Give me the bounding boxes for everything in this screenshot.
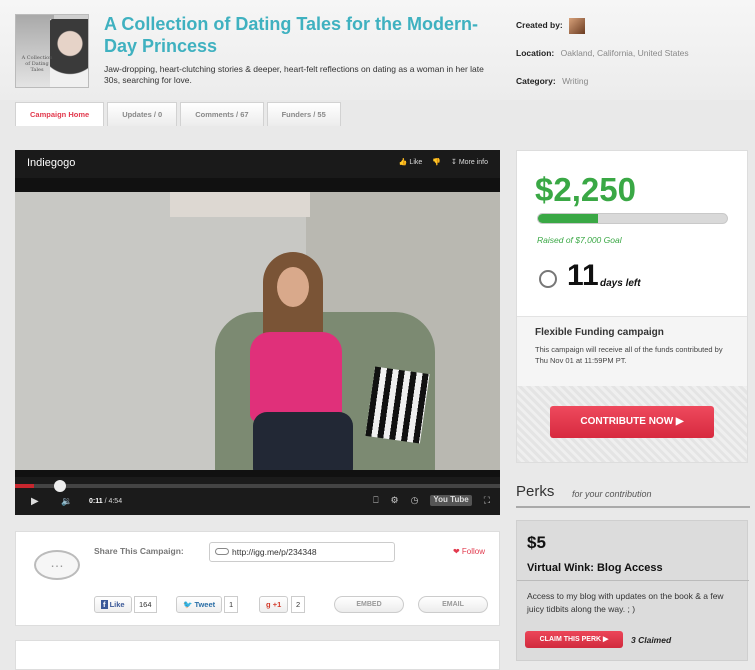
- tweet-label: Tweet: [194, 600, 216, 609]
- like-label: Like: [409, 159, 423, 166]
- facebook-like-button[interactable]: f Like: [94, 596, 132, 613]
- creator-avatar[interactable]: [569, 18, 586, 34]
- tab-funders[interactable]: Funders / 55: [266, 102, 341, 126]
- twitter-icon: 🐦: [183, 600, 193, 609]
- settings-gear-icon[interactable]: ⚙: [390, 495, 398, 506]
- thumbnail-text: A Collection of Dating Tales: [21, 55, 53, 73]
- location-value[interactable]: Oakland, California, United States: [561, 48, 689, 58]
- tab-updates[interactable]: Updates / 0: [107, 102, 178, 126]
- watch-later-icon[interactable]: ◷: [411, 495, 419, 506]
- fullscreen-icon[interactable]: ⛶: [484, 495, 490, 506]
- google-plus-icon: g: [266, 600, 271, 609]
- info-icon: ↧: [450, 159, 457, 166]
- video-top-controls: 👍 Like 👎 ↧ More info: [399, 158, 488, 166]
- more-info-label: More info: [458, 159, 488, 166]
- flexible-funding-desc: This campaign will receive all of the fu…: [535, 345, 723, 365]
- flexible-funding-title: Flexible Funding campaign: [535, 327, 664, 338]
- perk-amount: $5: [527, 533, 546, 552]
- share-panel: … Share This Campaign: http://igg.me/p/2…: [15, 531, 500, 626]
- play-icon[interactable]: ▶: [31, 496, 39, 507]
- perk-card[interactable]: $5 Virtual Wink: Blog Access Access to m…: [516, 520, 749, 661]
- campaign-header: A Collection of Dating Tales A Collectio…: [0, 0, 755, 100]
- location-row: Location: Oakland, California, United St…: [516, 48, 689, 58]
- campaign-title: A Collection of Dating Tales for the Mod…: [104, 14, 479, 56]
- video-progress-fill: [15, 484, 35, 488]
- thumbs-up-icon: 👍: [398, 159, 408, 166]
- days-left-number: 11: [567, 259, 599, 292]
- funding-progress-fill: [538, 214, 599, 223]
- perk-description: Access to my blog with updates on the bo…: [527, 591, 724, 614]
- location-label: Location:: [516, 48, 555, 58]
- facebook-like-count: 164: [134, 596, 157, 613]
- contribute-now-button[interactable]: CONTRIBUTE NOW ▶: [550, 406, 714, 438]
- embed-button[interactable]: EMBED: [334, 596, 404, 613]
- claim-perk-button[interactable]: CLAIM THIS PERK ▶: [525, 631, 623, 648]
- perk-claimed-count: 3 Claimed: [631, 635, 672, 645]
- google-plus-button[interactable]: g +1: [259, 596, 289, 613]
- thumbnail-cover: [16, 15, 54, 87]
- tweet-button[interactable]: 🐦 Tweet: [176, 596, 223, 613]
- follow-label: Follow: [461, 547, 485, 556]
- raised-of-goal: Raised of $7,000 Goal: [537, 235, 622, 245]
- chat-bubble-icon: …: [34, 550, 80, 580]
- youtube-logo[interactable]: You Tube: [430, 495, 472, 506]
- volume-icon[interactable]: 🔉: [61, 496, 72, 507]
- tab-comments[interactable]: Comments / 67: [180, 102, 264, 126]
- funding-progress-bar: [537, 213, 728, 224]
- facebook-icon: f: [101, 600, 108, 609]
- stopwatch-icon: [539, 270, 557, 288]
- captions-icon[interactable]: ⎕: [373, 495, 378, 506]
- tweet-count: 1: [224, 596, 239, 613]
- campaign-tabs: Campaign Home Updates / 0 Comments / 67 …: [15, 102, 344, 126]
- video-scrubber[interactable]: [54, 480, 67, 492]
- video-scene-pillow: [365, 366, 430, 444]
- google-plus-label: +1: [272, 600, 282, 609]
- created-by: Created by:: [516, 18, 586, 34]
- heart-icon: ❤: [452, 547, 460, 556]
- video-progress-bar[interactable]: [15, 480, 500, 492]
- campaign-thumbnail[interactable]: A Collection of Dating Tales: [15, 14, 89, 88]
- share-url-field[interactable]: http://igg.me/p/234348: [209, 542, 395, 562]
- video-time: 0:11 / 4:54: [89, 498, 122, 505]
- video-controls: ▶ 🔉 0:11 / 4:54 ⎕ ⚙ ◷ You Tube ⛶: [15, 477, 500, 515]
- video-current-time: 0:11: [89, 498, 103, 505]
- video-scene-window: [170, 192, 310, 217]
- video-frame[interactable]: [15, 192, 500, 470]
- perks-heading: Perks: [516, 483, 555, 500]
- video-brand: Indiegogo: [27, 157, 76, 169]
- flexible-funding-info: Flexible Funding campaign This campaign …: [517, 316, 747, 386]
- tab-campaign-home[interactable]: Campaign Home: [15, 102, 105, 126]
- share-label: Share This Campaign:: [94, 546, 184, 556]
- video-scene-top: [250, 332, 342, 422]
- email-button[interactable]: EMAIL: [418, 596, 488, 613]
- video-scene-face: [277, 267, 309, 307]
- category-row: Category: Writing: [516, 76, 588, 86]
- perks-divider: [516, 506, 750, 508]
- facebook-like-label: Like: [109, 600, 125, 609]
- days-left-label: days left: [600, 278, 641, 289]
- more-info-button[interactable]: ↧ More info: [451, 158, 488, 166]
- category-value[interactable]: Writing: [562, 76, 588, 86]
- thumbnail-photo: [50, 19, 88, 87]
- google-plus-count: 2: [291, 596, 306, 613]
- video-player[interactable]: Indiegogo 👍 Like 👎 ↧ More info ▶ 🔉 0:11 …: [15, 150, 500, 515]
- video-top-bar: Indiegogo 👍 Like 👎 ↧ More info: [15, 150, 500, 178]
- dislike-icon[interactable]: 👎: [432, 158, 441, 166]
- campaign-subtitle: Jaw-dropping, heart-clutching stories & …: [104, 64, 484, 85]
- link-icon: [215, 548, 229, 555]
- perk-title: Virtual Wink: Blog Access: [527, 562, 663, 574]
- perks-subheading: for your contribution: [572, 489, 652, 499]
- follow-button[interactable]: ❤ Follow: [453, 547, 485, 556]
- like-video-button[interactable]: 👍 Like: [399, 158, 423, 166]
- video-duration: / 4:54: [104, 498, 123, 505]
- funding-panel: $2,250 Raised of $7,000 Goal 11 days lef…: [516, 150, 748, 386]
- amount-raised: $2,250: [535, 171, 636, 208]
- category-label: Category:: [516, 76, 556, 86]
- perk-divider: [517, 580, 749, 581]
- video-right-controls: ⎕ ⚙ ◷ You Tube ⛶: [373, 495, 490, 506]
- video-scene-legs: [253, 412, 353, 470]
- created-by-label: Created by:: [516, 20, 563, 31]
- next-content-panel: [15, 640, 500, 670]
